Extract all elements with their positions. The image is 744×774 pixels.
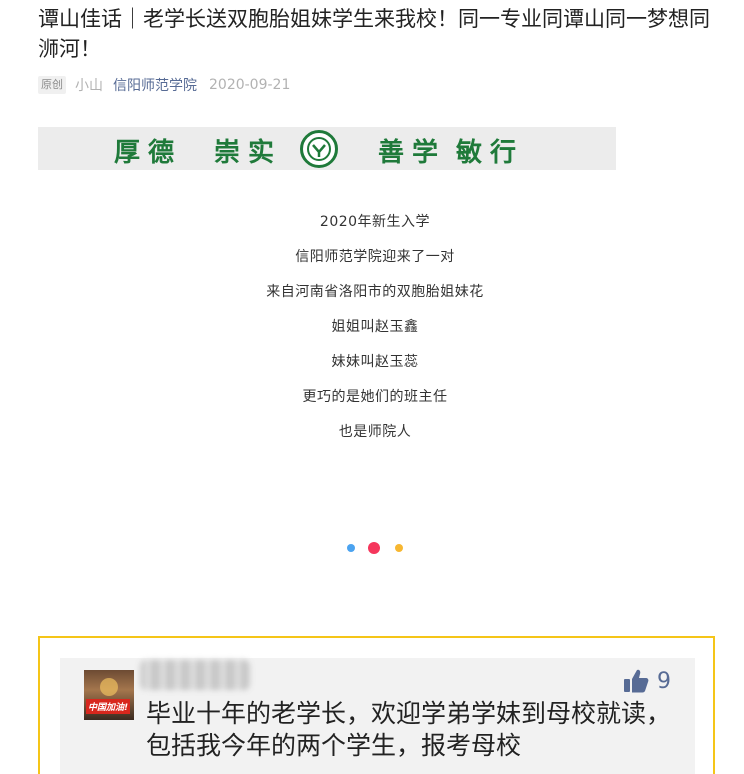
account-link[interactable]: 信阳师范学院 [113, 75, 197, 95]
comment-card: 中国加油! 9 毕业十年的老学长，欢迎学弟学妹到母校就读，包括我今年的两个学生，… [60, 658, 695, 774]
author-name: 小山 [75, 78, 103, 94]
thumbs-up-icon[interactable] [623, 668, 649, 694]
avatar-tag: 中国加油! [86, 699, 131, 714]
like-count: 9 [657, 668, 671, 694]
original-badge: 原创 [38, 76, 66, 94]
poem-line: 也是师院人 [338, 424, 412, 440]
poem-line: 信阳师范学院迎来了一对 [295, 249, 455, 265]
poem-line: 来自河南省洛阳市的双胞胎姐妹花 [266, 284, 484, 300]
publish-date: 2020-09-21 [209, 77, 291, 93]
carousel-dot[interactable] [347, 544, 355, 552]
motto-word-2: 崇实 [214, 138, 283, 168]
motto-word-4: 敏行 [456, 138, 525, 168]
blurred-username [140, 660, 250, 690]
motto-word-3: 善学 [378, 138, 447, 168]
like-counter[interactable]: 9 [623, 666, 671, 696]
poem-line: 妹妹叫赵玉蕊 [331, 354, 419, 370]
sunset-image [100, 678, 118, 696]
poem-line: 姐姐叫赵玉鑫 [331, 319, 419, 335]
avatar[interactable]: 中国加油! [84, 670, 134, 720]
carousel-dot[interactable] [395, 544, 403, 552]
motto-banner: 厚德 崇实 善学 敏行 [38, 127, 616, 170]
carousel-dot-active[interactable] [368, 542, 380, 554]
article-meta: 原创 小山 信阳师范学院 2020-09-21 [38, 75, 290, 95]
poem-block: 2020年新生入学 信阳师范学院迎来了一对 来自河南省洛阳市的双胞胎姐妹花 姐姐… [0, 205, 744, 450]
poem-line: 2020年新生入学 [319, 214, 431, 230]
poem-line: 更巧的是她们的班主任 [302, 389, 448, 405]
article-title: 谭山佳话｜老学长送双胞胎姐妹学生来我校！同一专业同谭山同一梦想同浉河！ [38, 7, 710, 61]
comment-highlight-frame: 中国加油! 9 毕业十年的老学长，欢迎学弟学妹到母校就读，包括我今年的两个学生，… [38, 636, 715, 774]
university-emblem-icon [300, 130, 338, 168]
carousel-indicator [344, 541, 404, 555]
motto-word-1: 厚德 [114, 138, 183, 168]
comment-text: 毕业十年的老学长，欢迎学弟学妹到母校就读，包括我今年的两个学生，报考母校 [146, 699, 672, 760]
